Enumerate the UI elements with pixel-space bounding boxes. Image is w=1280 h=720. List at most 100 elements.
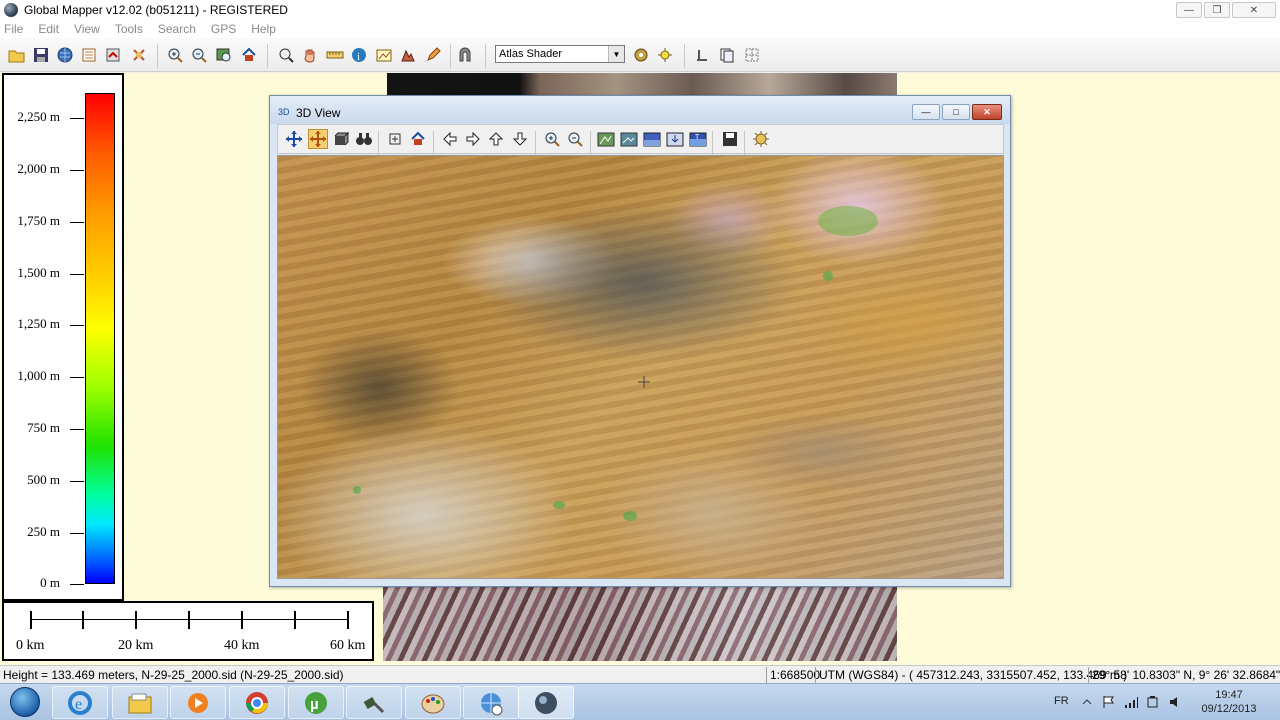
global-mapper-app-icon	[4, 3, 18, 17]
select-arrow-icon[interactable]	[284, 129, 304, 149]
minimize-button[interactable]: —	[1176, 2, 1202, 18]
menu-gps[interactable]: GPS	[211, 22, 236, 36]
3d-view-window-controls: — □ ✕	[912, 104, 1002, 120]
3d-terrain-viewport[interactable]	[277, 155, 1004, 579]
open-folder-icon[interactable]	[7, 45, 27, 65]
pan-hand-icon[interactable]	[300, 45, 320, 65]
elevation-legend: 2,250 m 2,000 m 1,750 m 1,500 m 1,250 m …	[2, 73, 124, 601]
zoom-box-icon[interactable]	[385, 129, 405, 149]
3d-view-title-bar[interactable]: 3D 3D View — □ ✕	[270, 96, 1010, 124]
scale-label: 0 km	[16, 638, 45, 653]
pencil-icon[interactable]	[423, 45, 443, 65]
info-icon[interactable]: i	[349, 45, 369, 65]
media-player-icon[interactable]	[170, 686, 226, 719]
arrow-up-icon[interactable]	[486, 129, 506, 149]
file-explorer-icon[interactable]	[112, 686, 168, 719]
arrow-down-icon[interactable]	[510, 129, 530, 149]
zoom-tool-icon[interactable]	[276, 45, 296, 65]
zoom-in-icon[interactable]	[542, 129, 562, 149]
vertical-exag-up-icon[interactable]	[596, 129, 616, 149]
water-level-up-icon[interactable]	[642, 129, 662, 149]
home-icon[interactable]	[239, 45, 259, 65]
arrow-right-icon[interactable]	[463, 129, 483, 149]
shader-options-icon[interactable]	[631, 45, 651, 65]
svg-text:3D: 3D	[278, 107, 290, 117]
utorrent-icon[interactable]: µ	[288, 686, 344, 719]
arrow-left-icon[interactable]	[440, 129, 460, 149]
binoculars-icon[interactable]	[354, 129, 374, 149]
save-icon[interactable]	[720, 129, 740, 149]
sky-color-icon[interactable]: T	[688, 129, 708, 149]
zoom-full-icon[interactable]	[214, 45, 234, 65]
lighting-icon[interactable]	[656, 45, 676, 65]
save-icon[interactable]	[31, 45, 51, 65]
menu-view[interactable]: View	[74, 22, 100, 36]
rotate-left-icon[interactable]	[692, 45, 712, 65]
3d-box-icon[interactable]	[331, 129, 351, 149]
vertical-exag-down-icon[interactable]	[619, 129, 639, 149]
restore-button[interactable]: ❐	[1204, 2, 1230, 18]
close-button[interactable]: ✕	[1232, 2, 1276, 18]
svg-text:e: e	[75, 696, 82, 713]
legend-label: 2,000 m	[17, 161, 60, 176]
chrome-icon[interactable]	[229, 686, 285, 719]
menu-tools[interactable]: Tools	[115, 22, 143, 36]
settings-icon[interactable]	[751, 129, 771, 149]
export-icon[interactable]	[103, 45, 123, 65]
vegetation-patch	[353, 486, 361, 494]
water-level-down-icon[interactable]	[665, 129, 685, 149]
zoom-in-icon[interactable]	[165, 45, 185, 65]
start-button[interactable]	[4, 685, 46, 719]
menu-help[interactable]: Help	[251, 22, 276, 36]
shader-dropdown[interactable]: Atlas Shader ▼	[495, 45, 625, 63]
home-icon[interactable]	[408, 129, 428, 149]
copy-icon[interactable]	[717, 45, 737, 65]
pan-icon[interactable]	[308, 129, 328, 149]
zoom-out-icon[interactable]	[565, 129, 585, 149]
zoom-out-icon[interactable]	[189, 45, 209, 65]
3d-view-close-button[interactable]: ✕	[972, 104, 1002, 120]
menu-file[interactable]: File	[4, 22, 23, 36]
flag-icon[interactable]	[1102, 695, 1116, 709]
satellite-icon[interactable]	[346, 686, 402, 719]
3d-view-minimize-button[interactable]: —	[912, 104, 940, 120]
legend-label: 1,750 m	[17, 213, 60, 228]
global-mapper-icon[interactable]	[518, 686, 574, 719]
vegetation-patch	[823, 271, 833, 281]
clock[interactable]: 19:47 09/12/2013	[1198, 688, 1260, 716]
scale-label: 20 km	[118, 638, 154, 653]
ie-icon[interactable]: e	[52, 686, 108, 719]
elevation-color-bar	[85, 93, 115, 584]
measure-icon[interactable]	[325, 45, 345, 65]
grid-icon[interactable]	[742, 45, 762, 65]
chevron-down-icon[interactable]: ▼	[608, 46, 624, 62]
scale-label: 40 km	[224, 638, 260, 653]
digitizer-icon[interactable]	[374, 45, 394, 65]
path-profile-icon[interactable]	[398, 45, 418, 65]
legend-label: 500 m	[27, 472, 60, 487]
menu-edit[interactable]: Edit	[38, 22, 59, 36]
legend-label: 1,000 m	[17, 368, 60, 383]
config-icon[interactable]	[129, 45, 149, 65]
language-indicator[interactable]: FR	[1054, 695, 1069, 707]
menu-search[interactable]: Search	[158, 22, 196, 36]
volume-icon[interactable]	[1168, 695, 1182, 709]
status-scale: 1:668500	[766, 667, 820, 683]
window-title: Global Mapper v12.02 (b051211) - REGISTE…	[24, 3, 288, 17]
3d-view-window[interactable]: 3D 3D View — □ ✕ T	[269, 95, 1011, 587]
title-bar: Global Mapper v12.02 (b051211) - REGISTE…	[0, 0, 1280, 20]
signal-icon[interactable]	[1124, 695, 1138, 709]
paint-icon[interactable]	[405, 686, 461, 719]
vegetation-patch	[623, 511, 637, 521]
legend-label: 250 m	[27, 524, 60, 539]
chevron-up-icon[interactable]	[1080, 695, 1094, 709]
battery-icon[interactable]	[1146, 695, 1160, 709]
3d-view-maximize-button[interactable]: □	[942, 104, 970, 120]
globe-icon[interactable]	[55, 45, 75, 65]
3d-view-icon[interactable]	[455, 45, 475, 65]
network-globe-icon[interactable]	[463, 686, 519, 719]
vegetation-patch	[553, 501, 565, 509]
legend-label: 2,250 m	[17, 109, 60, 124]
legend-label: 1,500 m	[17, 265, 60, 280]
layers-icon[interactable]	[79, 45, 99, 65]
